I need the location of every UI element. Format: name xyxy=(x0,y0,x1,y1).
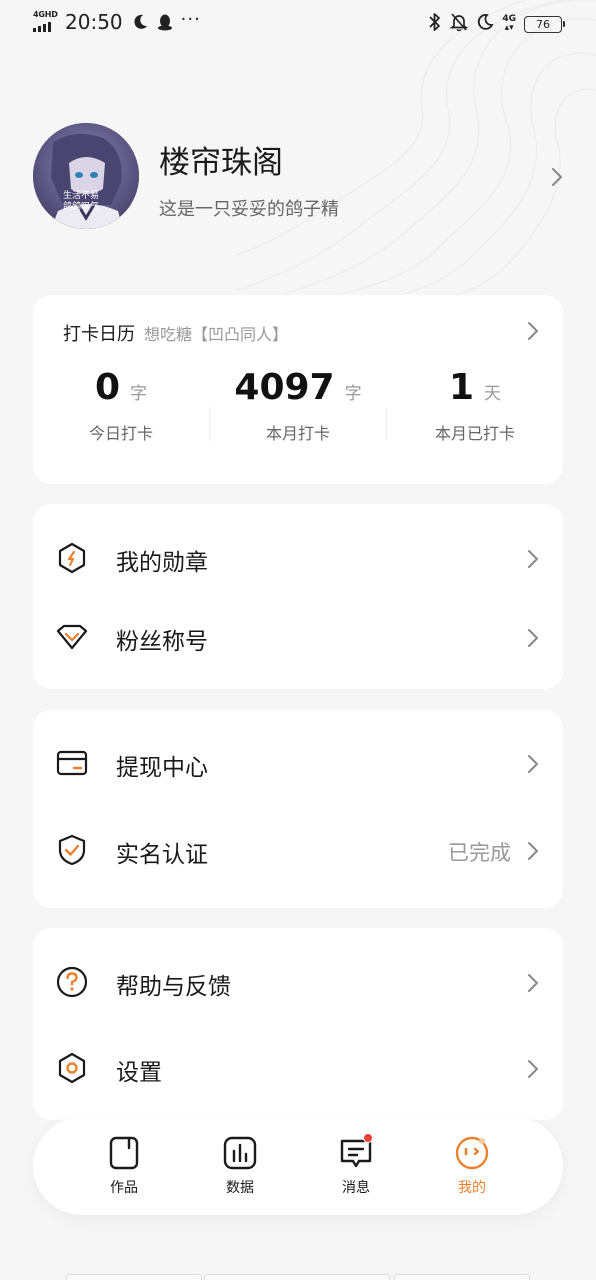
status-bar: 4GHD 20:50 ··· 4G ▴▾ 76 xyxy=(0,0,596,46)
tab-me[interactable]: 我的 xyxy=(437,1135,507,1196)
tab-label: 数据 xyxy=(226,1180,254,1196)
more-notifications-indicator: ··· xyxy=(180,8,201,30)
stat-unit: 字 xyxy=(130,384,148,404)
menu-item-label: 帮助与反馈 xyxy=(116,974,231,1000)
menu-card-achievements: 我的勋章 粉丝称号 xyxy=(33,504,563,689)
document-icon xyxy=(106,1135,142,1171)
chevron-right-icon xyxy=(527,1059,539,1083)
profile-bio: 这是一只妥妥的鸽子精 xyxy=(159,199,339,220)
checkin-calendar-card[interactable]: 打卡日历 想吃糖【凹凸同人】 0 字 今日打卡 4097 字 本月打卡 1 天 … xyxy=(33,295,563,484)
chevron-right-icon xyxy=(527,973,539,997)
avatar[interactable]: 生活不易 鸽鸽叹气 xyxy=(33,123,139,229)
clock-time: 20:50 xyxy=(65,10,123,34)
chevron-right-icon xyxy=(527,321,539,345)
stat-label: 本月已打卡 xyxy=(434,424,515,443)
chevron-right-icon xyxy=(527,754,539,778)
menu-item-withdraw[interactable]: 提现中心 xyxy=(33,733,563,793)
menu-item-help-feedback[interactable]: 帮助与反馈 xyxy=(33,952,563,1012)
question-icon xyxy=(55,965,89,999)
stat-label: 本月打卡 xyxy=(265,424,330,443)
chevron-right-icon xyxy=(527,841,539,865)
menu-item-label: 提现中心 xyxy=(116,755,208,781)
battery-level: 76 xyxy=(536,17,550,31)
qq-penguin-icon xyxy=(157,13,173,31)
diamond-icon xyxy=(55,620,89,654)
stat-unit: 天 xyxy=(484,384,502,404)
stat-unit: 字 xyxy=(344,384,362,404)
menu-item-label: 设置 xyxy=(116,1060,162,1086)
unread-badge-dot xyxy=(363,1133,373,1143)
bar-chart-icon xyxy=(222,1135,258,1171)
menu-card-support: 帮助与反馈 设置 xyxy=(33,928,563,1120)
chevron-right-icon xyxy=(527,549,539,573)
shield-check-icon xyxy=(55,833,89,867)
stat-month-days: 1 天 本月已打卡 xyxy=(387,367,563,444)
battery-icon: 76 xyxy=(524,15,565,33)
settings-hexagon-icon xyxy=(55,1051,89,1085)
wallet-icon xyxy=(55,746,89,780)
tab-data[interactable]: 数据 xyxy=(205,1135,275,1196)
do-not-disturb-moon-icon xyxy=(476,13,494,35)
stat-value: 4097 xyxy=(234,367,335,408)
stat-today: 0 字 今日打卡 xyxy=(33,367,209,444)
checkin-work-name: 想吃糖【凹凸同人】 xyxy=(144,325,289,344)
menu-card-account: 提现中心 实名认证 已完成 xyxy=(33,710,563,908)
network-type-label: 4GHD xyxy=(33,10,58,19)
stat-month: 4097 字 本月打卡 xyxy=(210,367,386,444)
menu-item-label: 粉丝称号 xyxy=(116,629,208,655)
partial-element xyxy=(204,1274,390,1280)
menu-item-label: 实名认证 xyxy=(116,842,208,868)
menu-item-real-name-verification[interactable]: 实名认证 已完成 xyxy=(33,820,563,880)
message-icon xyxy=(338,1133,374,1171)
mobile-data-indicator: 4G ▴▾ xyxy=(502,14,516,33)
bottom-tab-bar: 作品 数据 消息 我的 xyxy=(33,1117,563,1215)
partial-element xyxy=(66,1274,202,1280)
menu-item-label: 我的勋章 xyxy=(116,550,208,576)
chevron-right-icon xyxy=(527,628,539,652)
profile-name: 楼帘珠阁 xyxy=(159,145,283,181)
menu-item-settings[interactable]: 设置 xyxy=(33,1038,563,1098)
menu-item-fan-title[interactable]: 粉丝称号 xyxy=(33,607,563,667)
moon-icon xyxy=(131,13,149,31)
face-icon xyxy=(454,1135,490,1171)
tab-works[interactable]: 作品 xyxy=(89,1135,159,1196)
cellular-signal-icon: 4GHD xyxy=(33,10,58,34)
medal-icon xyxy=(55,541,89,575)
tab-label: 消息 xyxy=(342,1180,370,1196)
tab-label: 我的 xyxy=(458,1180,486,1196)
verification-status: 已完成 xyxy=(448,841,511,865)
checkin-title: 打卡日历 xyxy=(63,324,135,345)
chevron-right-icon xyxy=(551,167,563,191)
avatar-caption: 生活不易 鸽鸽叹气 xyxy=(63,191,100,212)
stat-label: 今日打卡 xyxy=(88,424,153,443)
tab-messages[interactable]: 消息 xyxy=(321,1133,391,1196)
menu-item-medals[interactable]: 我的勋章 xyxy=(33,528,563,588)
mute-bell-icon xyxy=(449,12,469,36)
profile-header[interactable]: 生活不易 鸽鸽叹气 楼帘珠阁 这是一只妥妥的鸽子精 xyxy=(33,123,563,231)
partial-element xyxy=(394,1274,530,1280)
stat-value: 0 xyxy=(94,367,121,408)
bluetooth-icon xyxy=(428,12,442,36)
stat-value: 1 xyxy=(448,367,475,408)
tab-label: 作品 xyxy=(110,1180,138,1196)
